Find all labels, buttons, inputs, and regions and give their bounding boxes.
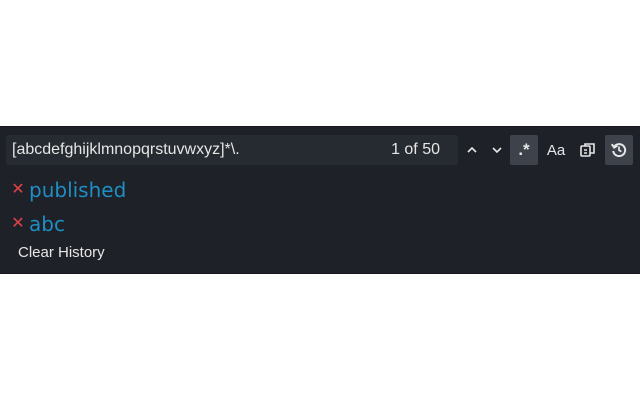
search-history-toggle-button[interactable]: [605, 135, 633, 165]
chevron-down-icon: [492, 147, 502, 154]
previous-match-button[interactable]: [458, 135, 486, 165]
match-case-toggle-button[interactable]: Aa: [542, 135, 570, 165]
history-item[interactable]: ✕ abc: [10, 207, 126, 241]
history-item-text: published: [29, 178, 127, 202]
match-count: 1 of 50: [391, 141, 440, 158]
clear-history-button[interactable]: Clear History: [18, 244, 105, 261]
chevron-up-icon: [467, 146, 477, 153]
history-icon: [610, 143, 627, 158]
copy-selection-icon: [580, 143, 595, 157]
search-history-list: ✕ published ✕ abc: [10, 173, 126, 241]
in-selection-toggle-button[interactable]: [574, 135, 602, 165]
history-item[interactable]: ✕ published: [10, 173, 126, 207]
regex-icon: .*: [518, 140, 530, 159]
remove-history-icon[interactable]: ✕: [10, 182, 26, 198]
remove-history-icon[interactable]: ✕: [10, 216, 26, 232]
history-item-text: abc: [29, 212, 65, 236]
next-match-button[interactable]: [483, 135, 511, 165]
case-sensitive-icon: Aa: [546, 141, 566, 159]
regex-toggle-button[interactable]: .*: [510, 135, 538, 165]
search-bar: 1 of 50: [6, 135, 458, 165]
find-panel: 1 of 50 .* Aa ✕ published: [0, 126, 640, 274]
search-input[interactable]: [12, 135, 372, 165]
